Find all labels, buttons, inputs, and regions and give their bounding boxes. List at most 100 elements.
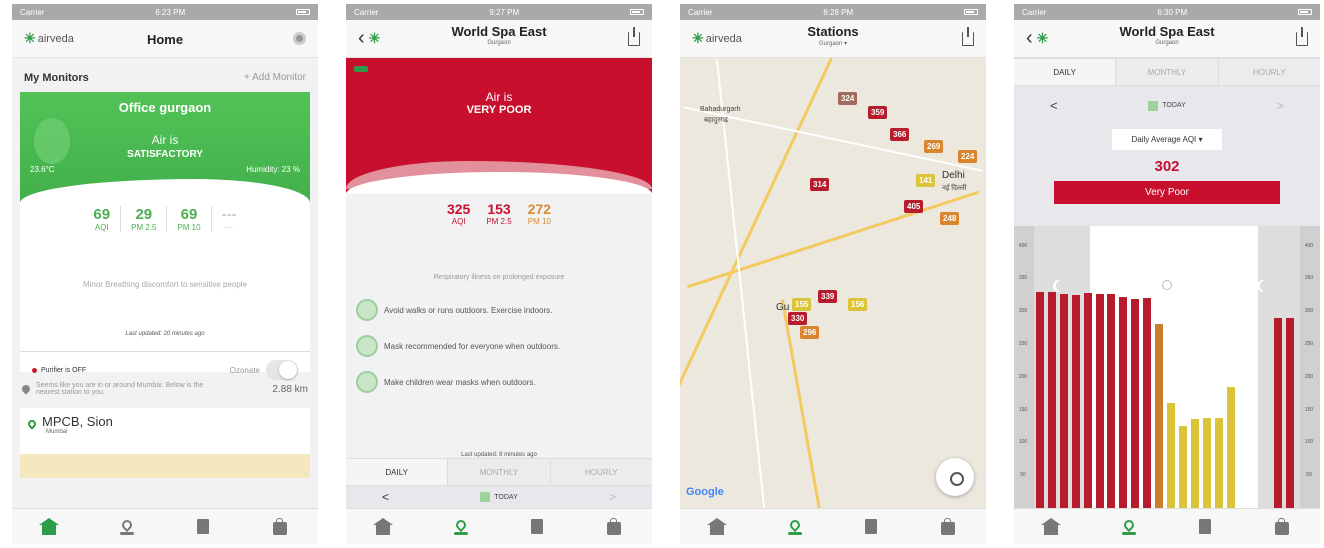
- back-button[interactable]: ‹ ✳: [1026, 27, 1048, 50]
- station-detail-screen: Carrier 9:27 PM ‹ ✳ World Spa East Gurgaon …: [346, 4, 652, 544]
- extra-label: ---: [225, 223, 234, 232]
- station-marker[interactable]: 324: [838, 92, 858, 105]
- tab-stations[interactable]: [119, 517, 135, 535]
- tab-shop[interactable]: [606, 517, 622, 535]
- chart-bar: [1226, 386, 1235, 508]
- map[interactable]: Bahadurgarh बहादुरगढ़ Delhi नई दिल्ली Gu…: [680, 58, 986, 508]
- back-button[interactable]: ‹ ✳: [358, 27, 380, 50]
- aqi-banner: Air is VERY POOR: [346, 58, 652, 194]
- summary-panel: < TODAY > Daily Average AQI ▾ 302 Very Poo…: [1014, 86, 1320, 226]
- y-tick-label: 100: [1304, 439, 1314, 446]
- pm25-value: 153: [487, 201, 511, 217]
- pin-icon: [119, 517, 134, 532]
- y-tick-label: 150: [1018, 406, 1028, 413]
- stations-map-screen: Carrier 6:28 PM ✳ airveda Stations Gurgaon …: [680, 4, 986, 544]
- extra-value: ---: [221, 206, 237, 223]
- child-mask-icon: [356, 371, 378, 393]
- share-icon[interactable]: [628, 26, 640, 46]
- tab-daily[interactable]: DAILY: [346, 459, 449, 485]
- tab-stations[interactable]: [453, 517, 469, 535]
- y-tick-label: 300: [1018, 308, 1028, 315]
- home-icon: [39, 517, 60, 535]
- chart-bar: [1059, 294, 1068, 508]
- tab-reports[interactable]: [195, 518, 211, 535]
- shopping-bag-icon: [940, 517, 955, 535]
- tab-home[interactable]: [39, 517, 60, 535]
- station-marker[interactable]: 339: [818, 290, 838, 303]
- chart-bar: [1095, 293, 1104, 508]
- today-label[interactable]: TODAY: [1148, 101, 1185, 111]
- metric-select[interactable]: Daily Average AQI ▾: [1112, 129, 1222, 150]
- pin-icon: [1121, 517, 1136, 532]
- tab-reports[interactable]: [1197, 518, 1213, 535]
- my-location-button[interactable]: [936, 458, 974, 496]
- air-is-label: Air is: [485, 90, 513, 104]
- health-message: Respiratory illness on prolonged exposur…: [433, 274, 565, 281]
- station-marker[interactable]: 405: [904, 200, 924, 213]
- tab-monthly[interactable]: MONTHLY: [448, 459, 551, 485]
- y-tick-label: 400: [1018, 242, 1028, 249]
- next-button[interactable]: >: [609, 490, 616, 504]
- last-updated: Last updated: 20 minutes ago: [125, 331, 205, 337]
- share-icon[interactable]: [1296, 26, 1308, 46]
- chart-bar: [1167, 403, 1175, 508]
- chart-bar: [1107, 294, 1116, 508]
- tab-shop[interactable]: [940, 517, 956, 535]
- tab-home[interactable]: [1041, 517, 1062, 535]
- tab-stations[interactable]: [1121, 517, 1137, 535]
- tab-stations[interactable]: [787, 517, 803, 535]
- station-marker[interactable]: 224: [958, 150, 978, 163]
- tab-daily[interactable]: DAILY: [1014, 59, 1117, 85]
- tab-hourly[interactable]: HOURLY: [551, 459, 652, 485]
- next-button[interactable]: >: [1276, 98, 1284, 113]
- map-label: बहादुरगढ़: [704, 117, 728, 124]
- share-icon[interactable]: [962, 26, 974, 46]
- pin-icon: [453, 517, 468, 532]
- y-tick-label: 50: [1306, 472, 1312, 479]
- chart-bar: [1155, 324, 1164, 508]
- nav-bar: ‹ ✳ World Spa East Gurgaon: [1014, 20, 1320, 58]
- add-monitor-button[interactable]: + Add Monitor: [244, 72, 306, 84]
- station-marker[interactable]: 366: [890, 128, 910, 141]
- pm10-value: 69: [180, 206, 198, 223]
- mask-icon: [356, 335, 378, 357]
- clock: 6:28 PM: [823, 7, 854, 17]
- tab-home[interactable]: [373, 517, 394, 535]
- station-marker[interactable]: 330: [788, 312, 808, 325]
- prev-button[interactable]: <: [382, 490, 389, 504]
- station-card[interactable]: MPCB, Sion Mumbai: [20, 408, 310, 478]
- humidity: Humidity: 23 %: [246, 165, 300, 174]
- shopping-bag-icon: [606, 517, 621, 535]
- status-bar: Carrier 6:28 PM: [680, 4, 986, 20]
- station-marker[interactable]: 155: [792, 298, 812, 311]
- today-label[interactable]: TODAY: [480, 492, 517, 502]
- chart-bar: [1274, 317, 1283, 508]
- tip-item: Make children wear masks when outdoors.: [346, 371, 652, 393]
- prev-button[interactable]: <: [1050, 98, 1058, 113]
- tab-reports[interactable]: [529, 518, 545, 535]
- home-icon: [707, 517, 728, 535]
- tab-hourly[interactable]: HOURLY: [1219, 59, 1320, 85]
- carrier: Carrier: [1022, 7, 1047, 17]
- tab-shop[interactable]: [272, 517, 288, 535]
- tip-item: Avoid walks or runs outdoors. Exercise i…: [346, 299, 652, 321]
- tab-reports[interactable]: [863, 518, 879, 535]
- tab-shop[interactable]: [1274, 517, 1290, 535]
- station-marker[interactable]: 359: [868, 106, 888, 119]
- battery-icon: [630, 9, 644, 15]
- temperature: 23.6°C: [30, 165, 55, 174]
- purifier-toggle[interactable]: [266, 360, 298, 380]
- settings-icon[interactable]: [293, 32, 306, 45]
- station-marker[interactable]: 296: [800, 326, 820, 339]
- y-axis-right: 400 350 300 250 200 150 100 50: [1300, 226, 1320, 508]
- station-marker[interactable]: 314: [810, 178, 830, 191]
- station-marker[interactable]: 269: [924, 140, 944, 153]
- monitor-card[interactable]: Office gurgaon Air is SATISFACTORY 23.6°…: [20, 92, 310, 380]
- station-marker[interactable]: 156: [848, 298, 868, 311]
- pm10-value: 272: [527, 201, 552, 217]
- station-marker[interactable]: 141: [916, 174, 936, 187]
- station-marker[interactable]: 248: [940, 212, 960, 225]
- tab-home[interactable]: [707, 517, 728, 535]
- y-tick-label: 350: [1304, 275, 1314, 282]
- tab-monthly[interactable]: MONTHLY: [1116, 59, 1219, 85]
